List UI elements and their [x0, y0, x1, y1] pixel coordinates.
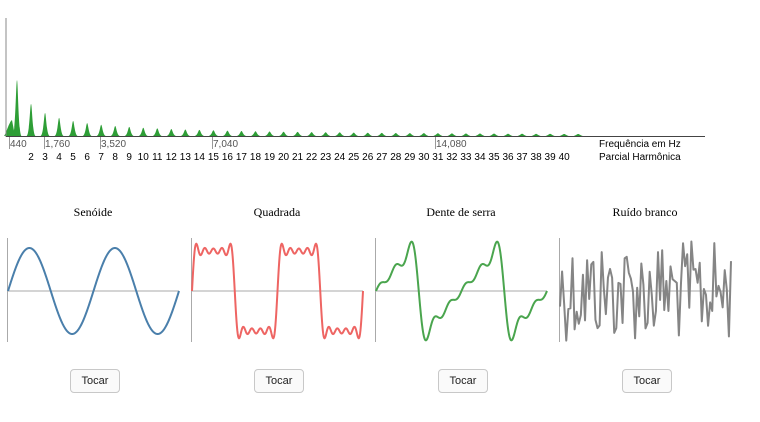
- harmonic-peak: [447, 133, 457, 136]
- harmonic-peak: [194, 129, 204, 136]
- play-sine-button[interactable]: Tocar: [70, 369, 120, 393]
- harmonic-peak: [573, 134, 583, 136]
- frequency-tick-label: 14,080: [436, 139, 467, 150]
- white-noise-title: Ruído branco: [612, 205, 678, 219]
- harmonic-peak: [82, 123, 92, 136]
- harmonic-peak: [559, 133, 569, 136]
- harmonic-peak: [391, 132, 401, 136]
- harmonic-peak: [433, 133, 443, 136]
- harmonic-peak: [96, 124, 106, 136]
- white-noise-plot: [559, 238, 732, 342]
- sawtooth-wave-plot: [375, 238, 548, 342]
- harmonic-axis-label: Parcial Harmônica: [599, 152, 681, 163]
- harmonic-peak: [531, 133, 541, 136]
- play-square-button[interactable]: Tocar: [254, 369, 304, 393]
- harmonic-peak: [363, 132, 373, 136]
- harmonic-partial-label: 40: [558, 152, 570, 163]
- harmonic-peak: [475, 133, 485, 136]
- play-white-noise-button[interactable]: Tocar: [622, 369, 672, 393]
- harmonic-peak: [68, 120, 78, 136]
- frequency-axis-label: Frequência em Hz: [599, 139, 681, 150]
- harmonic-peak: [40, 113, 50, 136]
- harmonic-peak: [405, 133, 415, 136]
- harmonic-peak: [110, 125, 120, 136]
- harmonic-peak: [208, 130, 218, 136]
- harmonic-peak: [489, 133, 499, 136]
- harmonic-peak: [251, 131, 261, 136]
- harmonic-peak: [26, 104, 36, 136]
- harmonic-peak: [335, 132, 345, 136]
- square-title: Quadrada: [253, 205, 301, 219]
- harmonic-peak: [180, 129, 190, 136]
- harmonic-peak: [222, 130, 232, 136]
- square-wave-plot: [191, 238, 364, 342]
- sawtooth-title: Dente de serra: [426, 205, 496, 219]
- harmonic-peak: [166, 128, 176, 136]
- harmonic-peak: [321, 132, 331, 136]
- harmonic-peak: [138, 127, 148, 136]
- play-sawtooth-button[interactable]: Tocar: [438, 369, 488, 393]
- harmonic-peak: [461, 133, 471, 136]
- harmonic-peak: [279, 131, 289, 136]
- harmonic-peak: [377, 132, 387, 136]
- harmonic-peak: [293, 131, 303, 136]
- frequency-tick-label: 1,760: [45, 139, 71, 150]
- harmonic-peak: [54, 117, 64, 136]
- harmonic-peak: [307, 132, 317, 136]
- frequency-tick-label: 440: [10, 139, 27, 150]
- harmonic-peak: [152, 128, 162, 136]
- harmonic-peak: [265, 131, 275, 136]
- frequency-tick-label: 7,040: [213, 139, 239, 150]
- harmonic-peak: [124, 126, 134, 136]
- sine-title: Senóide: [73, 205, 113, 219]
- harmonic-peak: [236, 130, 246, 136]
- frequency-tick-label: 3,520: [101, 139, 127, 150]
- harmonic-peak: [517, 133, 527, 136]
- sine-wave-plot: [7, 238, 180, 342]
- harmonic-peak: [419, 133, 429, 136]
- harmonic-peak: [349, 132, 359, 136]
- harmonic-peak: [503, 133, 513, 136]
- harmonic-peak: [12, 80, 22, 136]
- harmonic-peak: [545, 133, 555, 136]
